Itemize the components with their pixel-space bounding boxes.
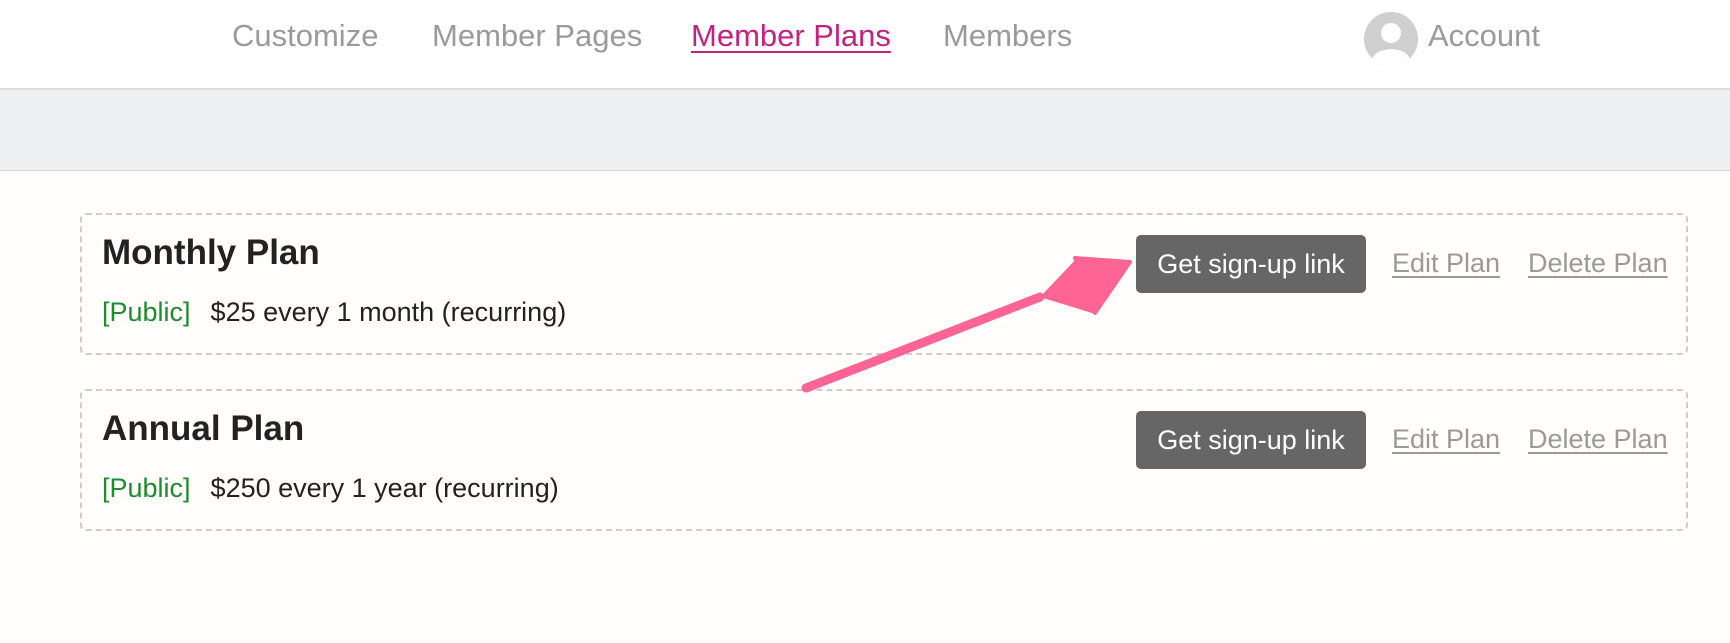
account-menu[interactable]: Account: [1364, 10, 1540, 68]
plan-title: Monthly Plan: [102, 233, 320, 272]
delete-plan-link[interactable]: Delete Plan: [1528, 248, 1668, 279]
plan-card-monthly: Monthly Plan [Public] $25 every 1 month …: [80, 213, 1688, 355]
plan-meta: [Public] $25 every 1 month (recurring): [102, 297, 566, 328]
plan-price: $250 every 1 year (recurring): [210, 473, 559, 503]
get-signup-link-button[interactable]: Get sign-up link: [1136, 411, 1366, 469]
plan-price: $25 every 1 month (recurring): [210, 297, 567, 327]
nav-customize[interactable]: Customize: [232, 18, 378, 54]
nav-member-plans[interactable]: Member Plans: [691, 18, 891, 54]
plan-card-annual: Annual Plan [Public] $250 every 1 year (…: [80, 389, 1688, 531]
nav-members[interactable]: Members: [943, 18, 1072, 54]
nav-member-pages[interactable]: Member Pages: [432, 18, 642, 54]
plan-title: Annual Plan: [102, 409, 305, 448]
plan-visibility-badge: [Public]: [102, 473, 191, 503]
delete-plan-link[interactable]: Delete Plan: [1528, 424, 1668, 455]
user-avatar-icon: [1364, 12, 1418, 66]
page-header-band: [0, 90, 1730, 170]
plans-content: Monthly Plan [Public] $25 every 1 month …: [0, 170, 1730, 643]
plan-visibility-badge: [Public]: [102, 297, 191, 327]
account-label: Account: [1428, 18, 1541, 53]
top-navigation: Customize Member Pages Member Plans Memb…: [0, 0, 1730, 90]
plan-meta: [Public] $250 every 1 year (recurring): [102, 473, 559, 504]
edit-plan-link[interactable]: Edit Plan: [1392, 424, 1500, 455]
get-signup-link-button[interactable]: Get sign-up link: [1136, 235, 1366, 293]
edit-plan-link[interactable]: Edit Plan: [1392, 248, 1500, 279]
